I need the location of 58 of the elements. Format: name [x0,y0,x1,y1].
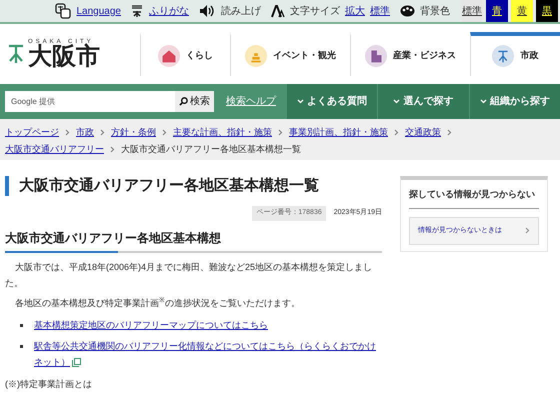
menu-button[interactable]: よくある質問 [286,84,378,119]
chevron-right-icon [65,128,70,136]
breadcrumb-link[interactable]: 主要な計画、指針・施策 [173,125,272,139]
logo-name: 大阪市 [28,45,100,69]
utility-link[interactable]: Language [76,4,121,18]
breadcrumb-current: 大阪市交通バリアフリー各地区基本構想一覧 [121,143,301,156]
main-nav-tab[interactable]: 市政 [470,32,560,76]
content-link[interactable]: 駅舎等公共交通機関のバリアフリー化情報などについてはこちら（らくらくおでかけネット） [34,338,382,370]
city-emblem-icon [8,44,24,64]
content-link[interactable]: 基本構想策定地区のバリアフリーマップについてはこちら [34,316,268,332]
chevron-right-icon [110,146,115,152]
breadcrumb-link[interactable]: 方針・条例 [111,125,156,139]
palette-icon [400,5,415,17]
search-field[interactable]: Google 提供 [5,91,175,112]
ruby-text-icon [131,4,143,18]
chevron-right-icon [278,128,283,136]
search-help-link[interactable]: 検索ヘルプ [226,94,286,109]
menu-button[interactable]: 選んで探す [377,84,469,119]
page-title: 大阪市交通バリアフリー各地区基本構想一覧 [5,176,382,196]
section-heading: 大阪市交通バリアフリー各地区基本構想 [5,228,382,252]
main-nav-tab[interactable]: くらし [140,32,230,76]
font-size-icon [271,4,285,18]
font-size-link[interactable]: 標準 [370,4,390,18]
chevron-right-icon [447,128,452,136]
breadcrumb-link[interactable]: 市政 [76,125,94,139]
utility-link[interactable]: ふりがな [149,4,189,18]
background-color-label: 背景色 [420,4,450,18]
search-button[interactable]: 検索 [175,91,214,112]
read-aloud-label[interactable]: 読み上げ [221,4,261,18]
speaker-icon [199,4,215,18]
note-text: (※)特定事業計画とは [5,378,93,391]
breadcrumb-link[interactable]: 大阪市交通バリアフリー [5,142,104,156]
chevron-right-icon [162,128,167,136]
breadcrumb-link[interactable]: トップページ [5,125,59,139]
main-nav-tab[interactable]: イベント・観光 [230,32,350,76]
translate-icon [54,3,70,19]
bullet-icon [20,324,23,326]
body-paragraph: 各地区の基本構想及び特定事業計画$^{※}$の進捗状況をご覧いただけます。 [14,296,301,310]
background-color-button[interactable]: 青 [486,0,508,22]
chevron-right-icon [525,227,530,234]
chevron-down-icon [480,99,487,104]
main-nav-tab[interactable]: 産業・ビジネス [350,32,470,76]
font-size-label: 文字サイズ [290,4,340,18]
search-icon [179,97,188,106]
bullet-icon [20,344,23,348]
body-paragraph: 大阪市では、平成18年(2006年)4月までに梅田、難波など25地区の基本構想を策定しました。 [5,260,374,290]
background-color-button[interactable]: 標準 [461,0,483,22]
breadcrumb-link[interactable]: 事業別計画、指針・施策 [289,125,388,139]
chevron-right-icon [100,128,105,136]
breadcrumb-link[interactable]: 交通政策 [405,125,441,139]
chevron-down-icon [393,99,400,104]
chevron-down-icon [297,99,304,104]
background-color-button[interactable]: 黄 [511,0,533,22]
sidebar-heading: 探している情報が見つからない [409,188,539,208]
menu-button[interactable]: 組織から探す [468,84,560,119]
background-color-button[interactable]: 黒 [536,0,558,22]
chevron-right-icon [394,128,399,136]
font-size-link[interactable]: 拡大 [345,4,365,18]
